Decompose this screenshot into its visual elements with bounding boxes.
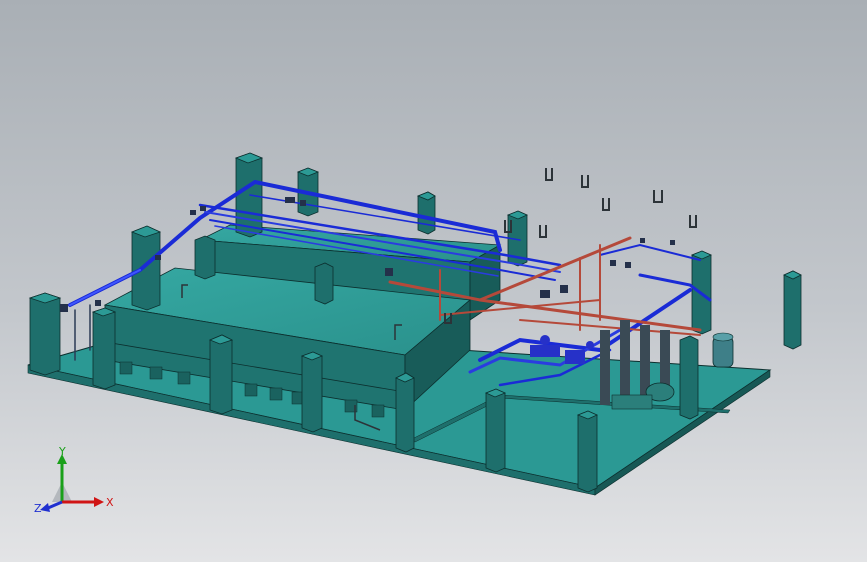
plant-layout-model[interactable] [0,0,867,562]
cad-3d-viewport[interactable]: Y X Z [0,0,867,562]
coordinate-triad-icon: Y X Z [34,445,114,515]
y-axis-label: Y [58,445,66,458]
z-axis-label: Z [34,502,42,515]
x-axis-label: X [106,496,114,509]
z-axis-arrow [47,500,63,510]
